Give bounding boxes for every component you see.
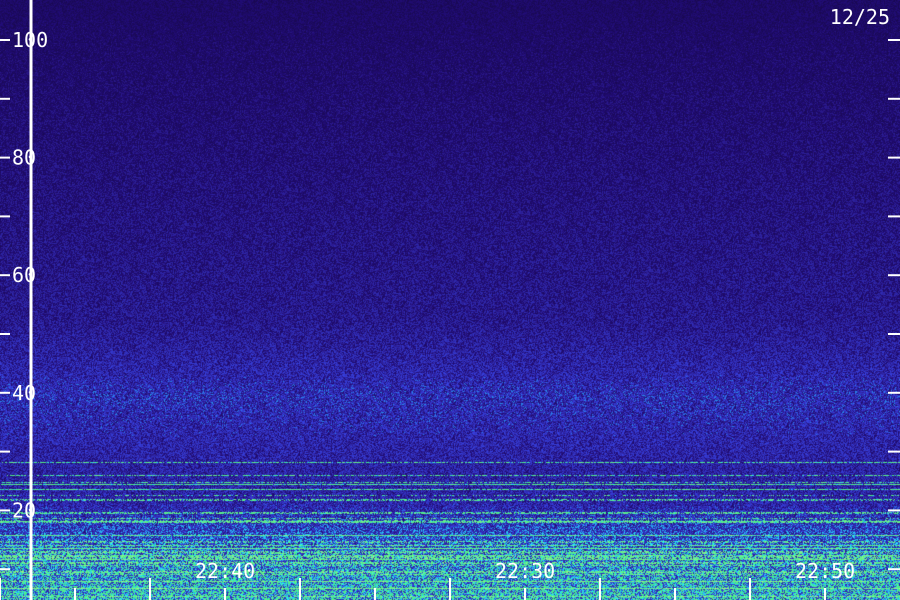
chart-axes: 20 40 60 80 100 22:40 22:30 22:50 <box>0 0 900 600</box>
y-tick-label: 40 <box>12 381 36 405</box>
date-label: 12/25 <box>829 5 890 29</box>
y-tick-label: 60 <box>12 263 36 287</box>
y-tick-label: 20 <box>12 498 36 522</box>
y-tick-label: 100 <box>12 28 48 52</box>
x-tick-label: 22:50 <box>795 559 855 583</box>
spectrogram-chart: 20 40 60 80 100 22:40 22:30 22:50 12/25 <box>0 0 900 600</box>
x-tick-label: 22:40 <box>195 559 255 583</box>
y-tick-label: 80 <box>12 146 36 170</box>
x-tick-label: 22:30 <box>495 559 555 583</box>
